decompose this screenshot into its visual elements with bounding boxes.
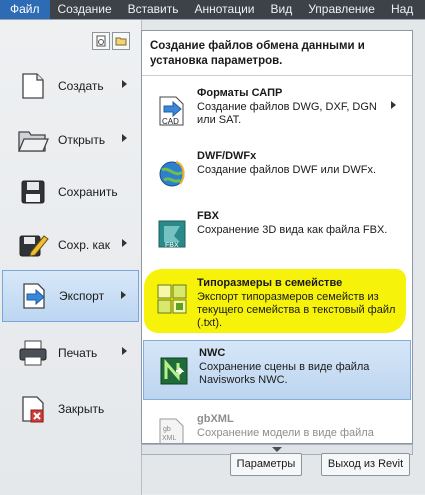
gbxml-icon: gb XML [159,418,184,443]
navisworks-icon [160,357,188,385]
scroll-down-arrow-icon [272,447,282,452]
tab-file[interactable]: Файл [0,0,50,19]
open-documents-button[interactable] [112,32,130,50]
export-item-family-types[interactable]: Типоразмеры в семействе Экспорт типоразм… [142,271,410,331]
export-item-title: FBX [197,210,219,222]
export-item-title: NWC [199,347,226,359]
menu-item-label: Закрыть [58,402,105,416]
tab-addins[interactable]: Над [383,0,421,19]
menu-item-label: Печать [58,346,98,360]
open-documents-icon [115,37,127,46]
menu-item-save[interactable]: Сохранить [2,166,139,218]
menu-item-label: Сохранить [58,185,118,199]
menu-item-label: Открыть [58,133,106,147]
cad-icon: CAD [159,96,184,126]
menu-item-label: Сохр. как [58,238,110,252]
menu-item-print[interactable]: Печать [2,327,139,379]
export-item-cad-formats[interactable]: CAD Форматы САПР Создание файлов DWG, DX… [142,81,410,141]
menu-item-label: Экспорт [59,289,105,303]
submenu-arrow-icon [122,347,127,355]
submenu-arrow-icon [122,134,127,142]
panel-header: Создание файлов обмена данными и установ… [150,40,365,67]
export-options-panel: Создание файлов обмена данными и установ… [141,30,413,444]
export-item-description: Сохранение модели в виде файла [197,427,374,439]
tab-view[interactable]: Вид [263,0,301,19]
recent-open-toggle [92,32,130,50]
close-file-icon [16,392,50,426]
export-item-title: Форматы САПР [197,87,283,99]
submenu-arrow-icon [122,239,127,247]
open-folder-icon [16,123,50,157]
menu-item-close[interactable]: Закрыть [2,383,139,435]
header-divider [142,75,412,76]
save-disk-icon [16,175,50,209]
tab-insert[interactable]: Вставить [120,0,187,19]
family-types-icon [157,284,187,314]
menu-item-open[interactable]: Открыть [2,114,139,166]
export-item-description: Экспорт типоразмеров семейств из текущег… [197,291,396,329]
export-item-description: Создание файлов DWF или DWFx. [197,164,377,176]
export-item-dwf[interactable]: DWF/DWFx Создание файлов DWF или DWFx. [142,144,410,204]
recent-documents-icon [96,35,106,47]
export-item-fbx[interactable]: FBX FBX Сохранение 3D вида как файла FBX… [142,204,410,264]
export-item-title: gbXML [197,413,234,425]
export-item-title: Типоразмеры в семействе [197,277,343,289]
tab-manage[interactable]: Управление [300,0,383,19]
svg-text:FBX: FBX [165,242,179,249]
options-button[interactable]: Параметры [230,453,302,476]
svg-text:CAD: CAD [162,117,179,126]
new-file-icon [16,69,50,103]
export-item-description: Создание файлов DWG, DXF, DGN или SAT. [197,101,377,126]
printer-icon [16,336,50,370]
ribbon-menubar: Файл Создание Вставить Аннотации Вид Упр… [0,0,425,19]
svg-text:gb: gb [163,426,171,433]
export-item-nwc[interactable]: NWC Сохранение сцены в виде файла Navisw… [143,340,411,400]
export-item-description: Сохранение сцены в виде файла Navisworks… [199,361,370,386]
tab-annotate[interactable]: Аннотации [187,0,263,19]
menu-item-save-as[interactable]: Сохр. как [2,219,139,271]
menu-item-export[interactable]: Экспорт [2,270,139,322]
menu-item-label: Создать [58,79,104,93]
application-menu: Создать Открыть Сохранить Сохр. как Эксп… [0,19,425,495]
submenu-arrow-icon [391,101,396,109]
submenu-arrow-icon [121,291,126,299]
recent-documents-button[interactable] [92,32,110,50]
export-item-description: Сохранение 3D вида как файла FBX. [197,224,388,236]
menu-item-create[interactable]: Создать [2,60,139,112]
svg-text:XML: XML [162,435,177,442]
submenu-arrow-icon [122,80,127,88]
export-icon [17,279,51,313]
exit-revit-button[interactable]: Выход из Revit [321,453,410,476]
export-item-title: DWF/DWFx [197,150,257,162]
tab-create[interactable]: Создание [50,0,120,19]
fbx-icon: FBX [158,220,186,249]
dwf-globe-icon [159,161,185,187]
export-item-gbxml[interactable]: gb XML gbXML Сохранение модели в виде фа… [142,407,410,443]
app-menu-left-column: Создать Открыть Сохранить Сохр. как Эксп… [0,20,142,495]
save-as-icon [16,228,50,262]
